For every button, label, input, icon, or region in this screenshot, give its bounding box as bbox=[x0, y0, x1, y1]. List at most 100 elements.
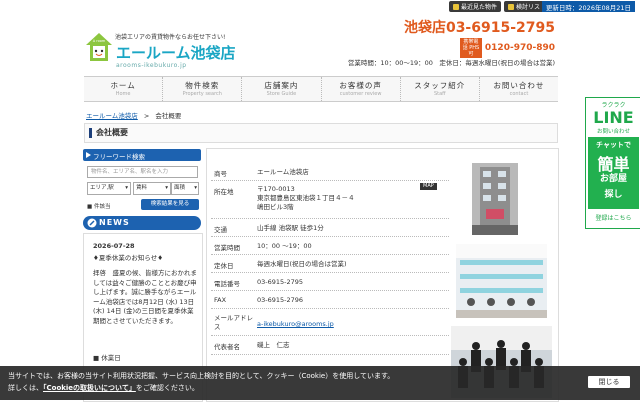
nav-review-label: お客様の声 bbox=[339, 81, 382, 90]
news-pencil-icon bbox=[87, 218, 97, 228]
nav-home[interactable]: ホーム Home bbox=[84, 77, 164, 101]
breadcrumb: エールーム池袋店 > 会社概要 bbox=[86, 110, 181, 120]
news-heading-text: NEWS bbox=[99, 218, 130, 227]
line-register-link[interactable]: 登録はこちら bbox=[586, 213, 640, 222]
breadcrumb-home-link[interactable]: エールーム池袋店 bbox=[86, 112, 138, 120]
row-value[interactable]: 03-6915-2795 bbox=[257, 278, 303, 287]
freeword-search-input[interactable]: 物件名、エリア名、駅名を入力 bbox=[87, 166, 198, 178]
cookie-text-pre: 詳しくは、 bbox=[8, 384, 43, 392]
top-links: 最近見た物件 検討リスト bbox=[448, 1, 550, 12]
nav-staff-sub: Staff bbox=[433, 91, 446, 97]
nav-contact[interactable]: お問い合わせ contact bbox=[480, 77, 558, 101]
recent-viewed-link[interactable]: 最近見た物件 bbox=[448, 1, 501, 12]
line-banner-logo: LINE bbox=[593, 108, 634, 127]
nav-staff[interactable]: スタッフ紹介 Staff bbox=[401, 77, 480, 101]
nav-home-label: ホーム bbox=[110, 81, 136, 90]
site-logo[interactable]: 池袋エリアの賃貸物件ならお任せ下さい! A room エールーム池袋店 aroo… bbox=[85, 20, 315, 75]
nav-home-sub: Home bbox=[115, 91, 131, 97]
list-icon bbox=[507, 3, 514, 10]
search-heading-text: フリーワード検索 bbox=[93, 153, 145, 161]
chevron-down-icon: ▾ bbox=[194, 185, 197, 191]
company-row-address: 所在地 〒170-0013 東京都豊島区東池袋１丁目４－４ 嶋田ビル3階 MAP bbox=[211, 181, 449, 219]
news-heading: NEWS bbox=[83, 216, 201, 230]
house-logo-icon: A room bbox=[86, 33, 112, 61]
row-key: 代表者名 bbox=[214, 343, 240, 351]
breadcrumb-separator: > bbox=[143, 112, 150, 120]
search-arrow-icon bbox=[86, 152, 91, 158]
company-row-phone: 電話番号 03-6915-2795 bbox=[211, 273, 449, 291]
row-key: FAX bbox=[214, 296, 227, 304]
cookie-text-post: をご確認ください。 bbox=[135, 384, 199, 392]
nav-search-label: 物件検索 bbox=[185, 81, 220, 90]
nav-store-guide[interactable]: 店舗案内 Store Guide bbox=[242, 77, 322, 101]
row-value: 毎週水曜日(祝日の場合は営業) bbox=[257, 260, 347, 268]
line-chat-banner[interactable]: ラクラク LINE お問い合わせ チャットで 簡単 お部屋 探し 登録はこちら bbox=[585, 97, 640, 229]
company-row-holiday: 定休日 毎週水曜日(祝日の場合は営業) bbox=[211, 255, 449, 273]
company-row-access: 交通 山手線 池袋駅 徒歩1分 bbox=[211, 219, 449, 237]
line-banner-line4: チャットで bbox=[596, 141, 631, 149]
news-title[interactable]: ♦夏季休業のお知らせ♦ bbox=[93, 252, 163, 262]
search-results-button[interactable]: 検索結果を見る bbox=[141, 199, 199, 210]
breadcrumb-current: 会社概要 bbox=[155, 112, 182, 120]
company-row-representative: 代表者名 磯上 仁志 bbox=[211, 336, 449, 355]
title-accent-bar bbox=[89, 128, 92, 138]
chevron-down-icon: ▾ bbox=[125, 185, 128, 191]
row-value: 〒170-0013 東京都豊島区東池袋１丁目４－４ 嶋田ビル3階 bbox=[257, 185, 355, 211]
line-banner-line7: 探し bbox=[604, 190, 623, 200]
row-value: エールーム池袋店 bbox=[257, 168, 309, 176]
page-title: 会社概要 bbox=[96, 128, 128, 137]
nav-store-sub: Store Guide bbox=[266, 91, 297, 97]
nav-contact-label: お問い合わせ bbox=[493, 81, 545, 90]
company-row-name: 商号 エールーム池袋店 bbox=[211, 163, 449, 181]
search-result-row: ■ 件該当 検索結果を見る bbox=[83, 199, 201, 211]
logo-house-text: A room bbox=[93, 39, 106, 43]
freedial[interactable]: 携帯電話 PHS可 0120-970-890 bbox=[459, 38, 555, 58]
row-key: 所在地 bbox=[214, 188, 234, 196]
company-row-email: メールアドレス a-ikebukuro@arooms.jp bbox=[211, 309, 449, 336]
row-value: 03-6915-2796 bbox=[257, 296, 304, 304]
count-label-text: 件該当 bbox=[93, 204, 111, 210]
tagline: 池袋エリアの賃貸物件ならお任せ下さい! bbox=[115, 34, 226, 41]
store-phone[interactable]: 池袋店03-6915-2795 bbox=[404, 17, 555, 37]
area-station-select[interactable]: エリア,駅 ▾ bbox=[87, 182, 131, 195]
count-bullet: ■ bbox=[87, 204, 93, 210]
nav-contact-sub: contact bbox=[509, 91, 529, 97]
map-button[interactable]: MAP bbox=[420, 183, 437, 190]
row-key: メールアドレス bbox=[214, 314, 253, 331]
area-select-value: エリア,駅 bbox=[90, 185, 114, 191]
news-holiday: ■ 休業日 bbox=[93, 354, 121, 362]
row-key: 電話番号 bbox=[214, 280, 240, 288]
row-key: 定休日 bbox=[214, 262, 234, 270]
logo-text: エールーム池袋店 bbox=[116, 44, 236, 62]
email-link[interactable]: a-ikebukuro@arooms.jp bbox=[257, 320, 334, 329]
row-key: 交通 bbox=[214, 226, 227, 234]
cookie-policy-link[interactable]: 「Cookieの取扱いについて」 bbox=[43, 384, 136, 392]
company-row-hours: 営業時間 10：00 〜19：00 bbox=[211, 237, 449, 255]
nav-property-search[interactable]: 物件検索 Property search bbox=[163, 77, 243, 101]
line-banner-line3: お問い合わせ bbox=[596, 129, 630, 135]
cookie-close-button[interactable]: 閉じる bbox=[588, 376, 630, 388]
row-key: 商号 bbox=[214, 170, 227, 178]
nav-customer-review[interactable]: お客様の声 customer review bbox=[322, 77, 401, 101]
news-body: 拝啓 盛夏の候、皆様方におかれましては益々ご健勝のこととお慶び申し上げます。誠に… bbox=[93, 269, 197, 325]
news-date: 2026-07-28 bbox=[93, 242, 135, 250]
row-value: 山手線 池袋駅 徒歩1分 bbox=[257, 224, 324, 232]
line-banner-line6: お部屋 bbox=[599, 174, 627, 184]
cookie-text: 当サイトでは、お客様の当サイト利用状況把握、サービス向上検討を目的として、クッキ… bbox=[8, 372, 395, 380]
freedial-number: 0120-970-890 bbox=[484, 43, 555, 53]
row-value: 10：00 〜19：00 bbox=[257, 242, 312, 250]
history-icon bbox=[452, 3, 459, 10]
global-nav: ホーム Home 物件検索 Property search 店舗案内 Store Gu… bbox=[84, 76, 558, 102]
cookie-text-2: 詳しくは、「Cookieの取扱いについて」をご確認ください。 bbox=[8, 383, 199, 393]
business-hours: 営業時間：10：00〜19：00 定休日：毎週水曜日(祝日の場合は営業) bbox=[347, 59, 555, 67]
nav-store-label: 店舗案内 bbox=[264, 81, 299, 90]
logo-subtext: arooms-ikebukuro.jp bbox=[116, 62, 187, 69]
area-size-select[interactable]: 面積 ▾ bbox=[171, 182, 199, 195]
recent-viewed-label: 最近見た物件 bbox=[460, 4, 497, 11]
rent-select-value: 賃料 bbox=[136, 185, 148, 191]
result-count-label: ■ 件該当 bbox=[87, 202, 110, 210]
page-title-box: 会社概要 bbox=[84, 123, 558, 143]
rent-select[interactable]: 賃料 ▾ bbox=[133, 182, 171, 195]
company-row-fax: FAX 03-6915-2796 bbox=[211, 291, 449, 309]
cookie-consent-bar: 当サイトでは、お客様の当サイト利用状況把握、サービス向上検討を目的として、クッキ… bbox=[0, 366, 640, 400]
